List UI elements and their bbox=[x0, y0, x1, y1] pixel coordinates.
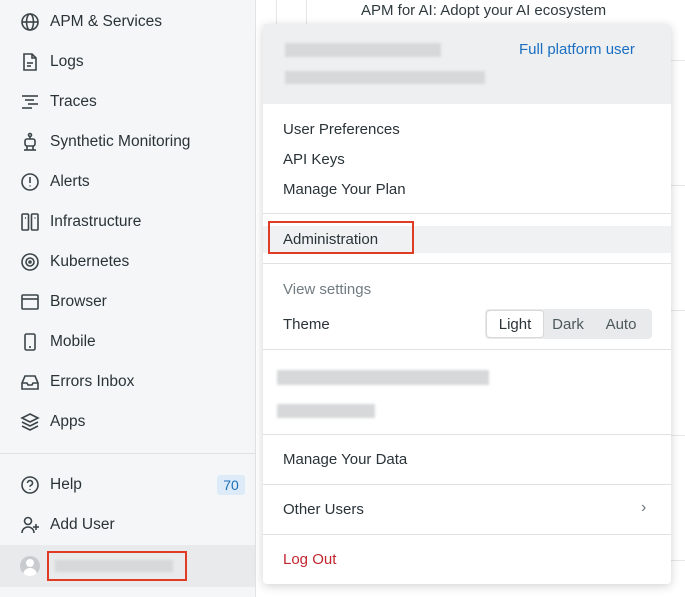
avatar[interactable] bbox=[20, 556, 40, 576]
alert-icon bbox=[20, 172, 40, 192]
account-name-redacted bbox=[277, 370, 489, 385]
sidebar-item-kubernetes[interactable]: Kubernetes bbox=[0, 242, 255, 282]
sidebar-item-apps[interactable]: Apps bbox=[0, 402, 255, 442]
theme-label: Theme bbox=[283, 316, 330, 333]
inbox-icon bbox=[20, 372, 40, 392]
bg-divider-right bbox=[671, 435, 685, 436]
sidebar-item-alerts[interactable]: Alerts bbox=[0, 162, 255, 202]
menu-item-log-out[interactable]: Log Out bbox=[283, 551, 336, 568]
sidebar-item-add-user[interactable]: Add User bbox=[0, 505, 255, 545]
menu-item-other-users[interactable]: Other Users bbox=[283, 501, 364, 518]
globe-icon bbox=[20, 12, 40, 32]
sidebar-item-label: Errors Inbox bbox=[50, 373, 135, 390]
add-user-icon bbox=[20, 515, 40, 535]
sidebar-item-label: Apps bbox=[50, 413, 86, 430]
user-type-label: Full platform user bbox=[519, 41, 635, 58]
sidebar-item-traces[interactable]: Traces bbox=[0, 82, 255, 122]
browser-icon bbox=[20, 292, 40, 312]
sidebar-item-label: Synthetic Monitoring bbox=[50, 133, 191, 150]
sidebar-item-label: Traces bbox=[50, 93, 97, 110]
sidebar-item-label: Browser bbox=[50, 293, 107, 310]
bg-divider-right bbox=[671, 560, 685, 561]
menu-divider bbox=[263, 349, 671, 350]
chevron-right-icon: › bbox=[641, 499, 647, 516]
sidebar-item-browser[interactable]: Browser bbox=[0, 282, 255, 322]
sidebar-item-label: Alerts bbox=[50, 173, 90, 190]
sidebar-item-label: Mobile bbox=[50, 333, 96, 350]
sidebar-divider bbox=[0, 453, 255, 454]
sidebar-item-label: Logs bbox=[50, 53, 84, 70]
bg-divider-right bbox=[671, 310, 685, 311]
sidebar-item-apm-services[interactable]: APM & Services bbox=[0, 2, 255, 42]
user-name-redacted bbox=[285, 43, 441, 57]
menu-divider bbox=[263, 534, 671, 535]
infrastructure-icon bbox=[20, 212, 40, 232]
menu-divider bbox=[263, 213, 671, 214]
view-settings-heading: View settings bbox=[283, 281, 372, 298]
sidebar-item-label: APM & Services bbox=[50, 13, 162, 30]
menu-divider bbox=[263, 484, 671, 485]
menu-item-user-preferences[interactable]: User Preferences bbox=[283, 121, 400, 138]
highlight-box-administration bbox=[268, 221, 414, 254]
user-menu-header: Full platform user bbox=[263, 24, 671, 104]
menu-item-api-keys[interactable]: API Keys bbox=[283, 151, 345, 168]
bg-headline: APM for AI: Adopt your AI ecosystem bbox=[361, 2, 607, 19]
theme-toggle: Light Dark Auto bbox=[485, 309, 652, 339]
account-id-redacted bbox=[277, 404, 375, 418]
sidebar: APM & Services Logs Traces Synthetic Mon… bbox=[0, 0, 256, 597]
traces-icon bbox=[20, 92, 40, 112]
sidebar-item-label: Kubernetes bbox=[50, 253, 130, 270]
menu-item-manage-data[interactable]: Manage Your Data bbox=[283, 451, 407, 468]
mobile-icon bbox=[20, 332, 40, 352]
menu-divider bbox=[263, 263, 671, 264]
help-count-badge: 70 bbox=[217, 475, 245, 495]
bg-divider-vertical-2 bbox=[306, 0, 307, 24]
layers-icon bbox=[20, 412, 40, 432]
sidebar-item-label: Add User bbox=[50, 516, 115, 533]
kubernetes-icon bbox=[20, 252, 40, 272]
theme-option-auto[interactable]: Auto bbox=[593, 311, 649, 337]
menu-item-manage-plan[interactable]: Manage Your Plan bbox=[283, 181, 406, 198]
sidebar-item-errors-inbox[interactable]: Errors Inbox bbox=[0, 362, 255, 402]
user-email-redacted bbox=[285, 71, 485, 84]
highlight-box-user bbox=[47, 551, 187, 581]
sidebar-item-synthetic-monitoring[interactable]: Synthetic Monitoring bbox=[0, 122, 255, 162]
document-icon bbox=[20, 52, 40, 72]
menu-divider bbox=[263, 434, 671, 435]
theme-option-dark[interactable]: Dark bbox=[543, 311, 593, 337]
bg-divider-right bbox=[671, 185, 685, 186]
sidebar-item-label: Infrastructure bbox=[50, 213, 142, 230]
robot-icon bbox=[20, 132, 40, 152]
theme-option-light[interactable]: Light bbox=[487, 311, 543, 337]
sidebar-item-label: Help bbox=[50, 476, 82, 493]
sidebar-item-mobile[interactable]: Mobile bbox=[0, 322, 255, 362]
help-icon bbox=[20, 475, 40, 495]
sidebar-item-logs[interactable]: Logs bbox=[0, 42, 255, 82]
sidebar-item-infrastructure[interactable]: Infrastructure bbox=[0, 202, 255, 242]
bg-divider-vertical bbox=[276, 0, 277, 24]
bg-divider-right bbox=[671, 60, 685, 61]
user-menu: Full platform user User Preferences API … bbox=[263, 24, 671, 584]
